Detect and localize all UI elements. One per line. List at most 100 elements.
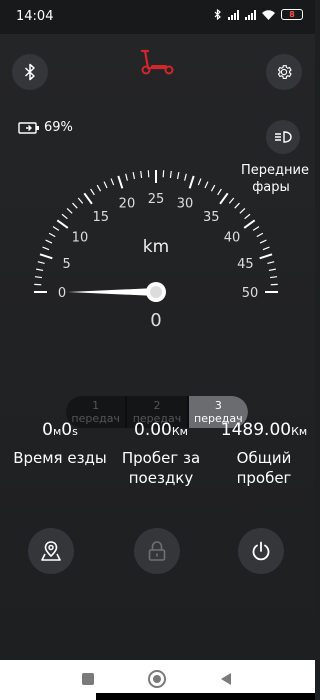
- gauge-tick-label: 15: [92, 210, 109, 225]
- gauge-minor-tick: [239, 208, 246, 214]
- gauge-major-tick: [243, 219, 256, 229]
- gauge-major-tick: [117, 175, 124, 189]
- bluetooth-status-icon: [214, 9, 221, 20]
- gauge-minor-tick: [262, 246, 270, 251]
- signal-2-icon: [245, 9, 256, 20]
- home-button[interactable]: [148, 670, 166, 688]
- ride-time-value: 0м0s: [0, 420, 120, 440]
- gauge-minor-tick: [204, 181, 209, 189]
- total-distance-value: 1489.00Км: [214, 420, 314, 440]
- gauge-minor-tick: [140, 170, 143, 178]
- gauge-tick-label: 25: [148, 192, 165, 207]
- gauge-minor-tick: [228, 197, 235, 204]
- gauge-minor-tick: [270, 276, 278, 279]
- gear-number: 1: [92, 399, 100, 412]
- gauge-major-tick: [259, 253, 273, 260]
- gauge-minor-tick: [110, 178, 115, 186]
- gauge-minor-tick: [96, 184, 102, 192]
- gauge-minor-tick: [259, 239, 267, 244]
- trip-distance-label-line1: Пробег за: [121, 449, 201, 467]
- gear-icon: [277, 65, 292, 79]
- gauge-tick-label: 30: [177, 197, 194, 212]
- status-icons: 8: [214, 9, 303, 20]
- total-distance-unit: Км: [291, 425, 308, 438]
- ride-time-minutes: 0: [42, 420, 53, 440]
- trip-distance-label: Пробег за поездку: [112, 448, 210, 488]
- gauge-minor-tick: [125, 173, 128, 181]
- gauge-tick-label: 20: [119, 197, 136, 212]
- trip-distance-value: 0.00Км: [112, 420, 210, 440]
- gauge-minor-tick: [169, 170, 172, 178]
- status-time: 14:04: [16, 9, 54, 24]
- home-indicator: [96, 693, 315, 700]
- battery-status-icon: 8: [281, 9, 303, 20]
- total-distance-label-line1: Общий: [236, 449, 292, 467]
- gauge-minor-tick: [37, 261, 45, 264]
- gauge-tick-label: 40: [224, 231, 241, 246]
- speedometer-gauge: 0 51015 20 25 30 35 40 45 50 km 0: [34, 170, 278, 331]
- gauge-minor-tick: [48, 232, 56, 238]
- scooter-logo-icon: [140, 49, 174, 75]
- headlight-icon: [275, 131, 292, 143]
- gauge-tick-label: 10: [72, 231, 89, 246]
- gauge-minor-tick: [244, 213, 251, 220]
- status-bar: 14:04 8: [0, 0, 315, 34]
- home-button-dot: [153, 675, 161, 683]
- stat-trip-distance: 0.00Км Пробег за поездку: [112, 420, 210, 488]
- gauge-tick-label: 5: [62, 257, 70, 272]
- gauge-minor-tick: [176, 172, 180, 180]
- scooter-battery: 69%: [18, 120, 73, 135]
- signal-1-icon: [228, 9, 239, 20]
- gauge-minor-tick: [210, 184, 216, 192]
- trip-distance-number: 0.00: [134, 420, 172, 440]
- total-distance-label: Общий пробег: [214, 448, 314, 488]
- speed-unit: km: [143, 237, 169, 257]
- map-location-button[interactable]: [28, 528, 74, 574]
- speed-needle: [68, 288, 156, 296]
- gauge-tick-label: 50: [242, 286, 259, 301]
- current-speed: 0: [150, 310, 161, 331]
- bluetooth-icon: [24, 63, 35, 81]
- trip-distance-label-line2: поездку: [128, 469, 194, 487]
- gauge-major-tick: [83, 192, 93, 205]
- ride-time-seconds-unit: s: [72, 425, 78, 438]
- gauge-minor-tick: [77, 197, 84, 204]
- power-icon: [252, 541, 270, 561]
- gauge-tick-label: 45: [237, 257, 254, 272]
- power-button[interactable]: [238, 528, 284, 574]
- needle-hub-inner: [150, 286, 162, 298]
- gauge-minor-tick: [256, 232, 264, 238]
- gauge-minor-tick: [36, 268, 44, 272]
- gear-number: 2: [153, 399, 161, 412]
- lock-icon: [148, 541, 166, 561]
- gauge-minor-tick: [90, 188, 95, 196]
- gauge-minor-tick: [61, 213, 68, 220]
- bluetooth-button[interactable]: [12, 54, 48, 90]
- gauge-minor-tick: [234, 202, 240, 209]
- stat-total-distance: 1489.00Км Общий пробег: [214, 420, 314, 488]
- gauge-tick-label: 0: [58, 286, 66, 301]
- headlights-button[interactable]: [266, 120, 300, 154]
- total-distance-number: 1489.00: [220, 420, 292, 440]
- back-button[interactable]: [220, 672, 232, 686]
- gauge-minor-tick: [184, 173, 187, 181]
- gauge-minor-tick: [268, 268, 276, 272]
- map-pin-icon: [41, 541, 61, 561]
- gauge-minor-tick: [72, 202, 78, 209]
- gauge-minor-tick: [267, 261, 275, 264]
- recents-button[interactable]: [82, 673, 94, 685]
- gauge-minor-tick: [66, 208, 73, 214]
- gauge-minor-tick: [52, 226, 60, 231]
- app-main: 69% Передние фары 0 5 10 15 20 25 30 35 40 45 50 k…: [0, 34, 315, 654]
- gear-number: 3: [214, 399, 222, 412]
- gauge-minor-tick: [103, 181, 108, 189]
- gauge-major-tick: [188, 175, 195, 189]
- settings-button[interactable]: [266, 54, 302, 90]
- lock-button[interactable]: [134, 528, 180, 574]
- gauge-minor-tick: [34, 276, 42, 279]
- gauge-minor-tick: [217, 188, 222, 196]
- gauge-minor-tick: [252, 226, 260, 231]
- gauge-major-tick: [39, 253, 53, 260]
- battery-percent: 69%: [44, 120, 73, 135]
- gauge-ticks: [34, 170, 278, 293]
